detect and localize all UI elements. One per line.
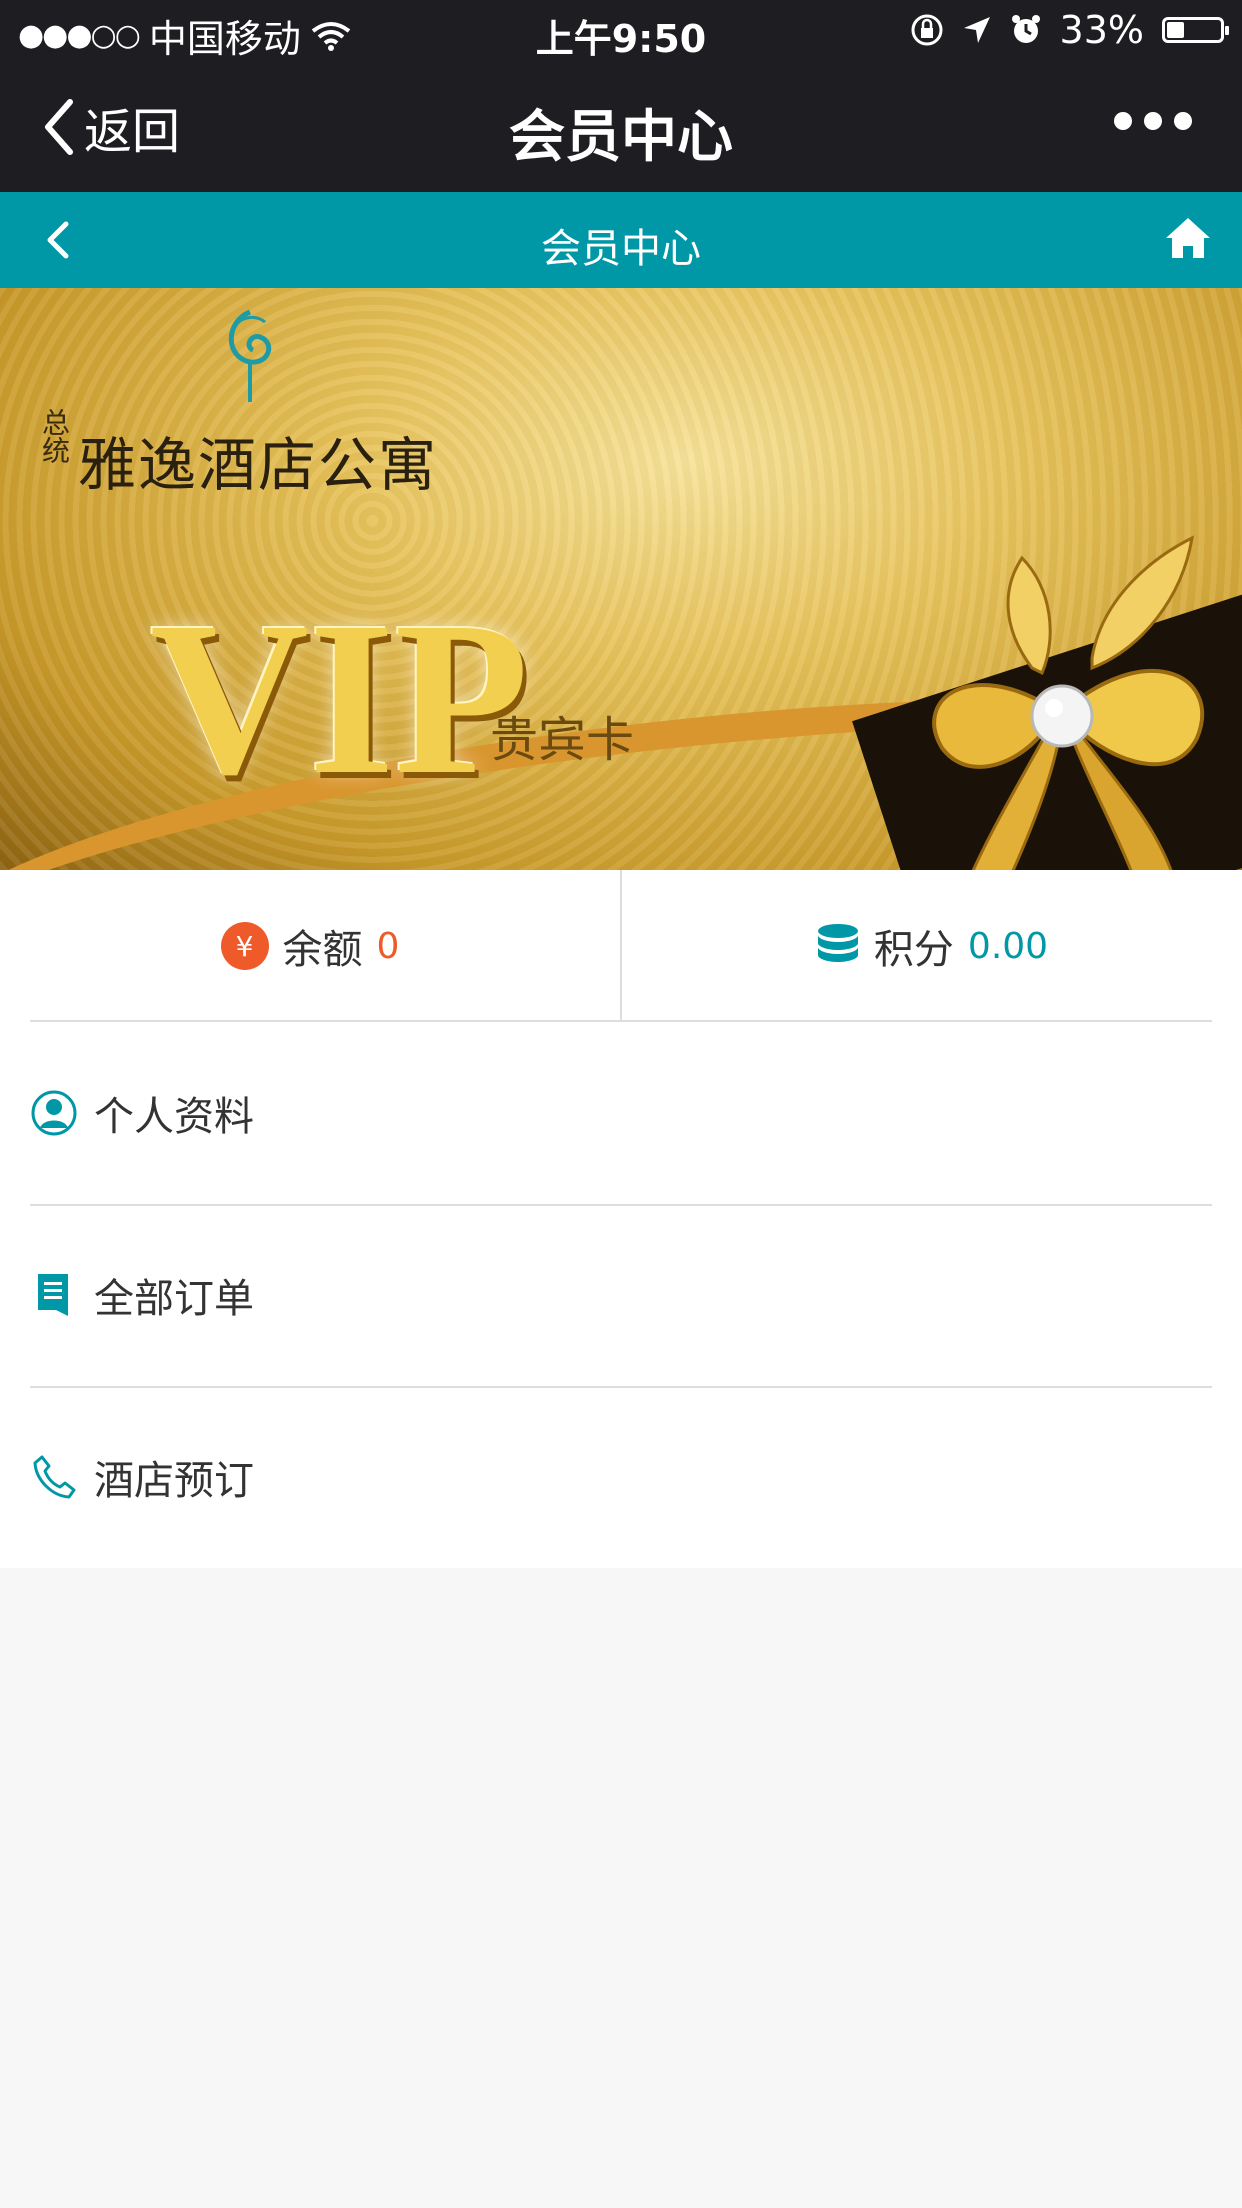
yen-icon: ¥ [220,922,269,970]
wechat-nav-bar: 返回 会员中心 [0,62,1242,192]
points-value: 0.00 [967,925,1049,967]
more-dot-icon [1174,112,1192,130]
vip-card-banner: 总统 雅逸酒店公寓 VIP 贵宾卡 [0,288,1242,870]
gift-bow-icon [932,535,1205,870]
member-stats: ¥ 余额 0 积分 0.00 [0,870,1242,1022]
status-bar: ●●●○○ 中国移动 上午9:50 33% [0,0,1242,62]
menu-item-label: 全部订单 [94,1276,254,1322]
balance-value: 0 [376,925,400,967]
more-dot-icon [1144,112,1162,130]
more-dot-icon [1114,112,1132,130]
page-title: 会员中心 [541,226,701,272]
phone-icon [30,1453,78,1501]
more-button[interactable] [1114,112,1192,130]
menu-item-profile[interactable]: 个人资料 [30,1022,1212,1206]
battery-percent: 33% [1059,8,1144,52]
database-icon [817,924,858,962]
battery-level [1167,22,1184,38]
menu-list: 个人资料 全部订单 酒店预订 [0,1022,1242,1568]
status-right: 33% [910,8,1229,52]
balance-stat[interactable]: ¥ 余额 0 [0,870,620,1022]
nav-title: 会员中心 [509,105,733,170]
alarm-icon [1011,15,1040,43]
page-header: 会员中心 [0,192,1242,288]
points-stat[interactable]: 积分 0.00 [622,870,1242,1022]
document-icon [30,1271,78,1319]
battery-icon [1162,17,1229,43]
vip-text: VIP [150,576,529,820]
points-label: 积分 [873,927,954,973]
hotel-prefix: 总统 [38,408,71,464]
orientation-lock-icon [911,14,943,46]
location-icon [963,17,990,43]
home-icon[interactable] [1164,216,1212,260]
hotel-logo-icon [228,309,272,402]
menu-item-booking[interactable]: 酒店预订 [30,1386,1212,1568]
menu-item-orders[interactable]: 全部订单 [30,1204,1212,1388]
hotel-name: 雅逸酒店公寓 [78,431,439,499]
user-icon [30,1089,78,1137]
balance-label: 余额 [282,927,363,973]
menu-item-label: 个人资料 [94,1094,254,1140]
vip-subtitle: 贵宾卡 [490,712,635,768]
menu-item-label: 酒店预订 [94,1458,254,1504]
